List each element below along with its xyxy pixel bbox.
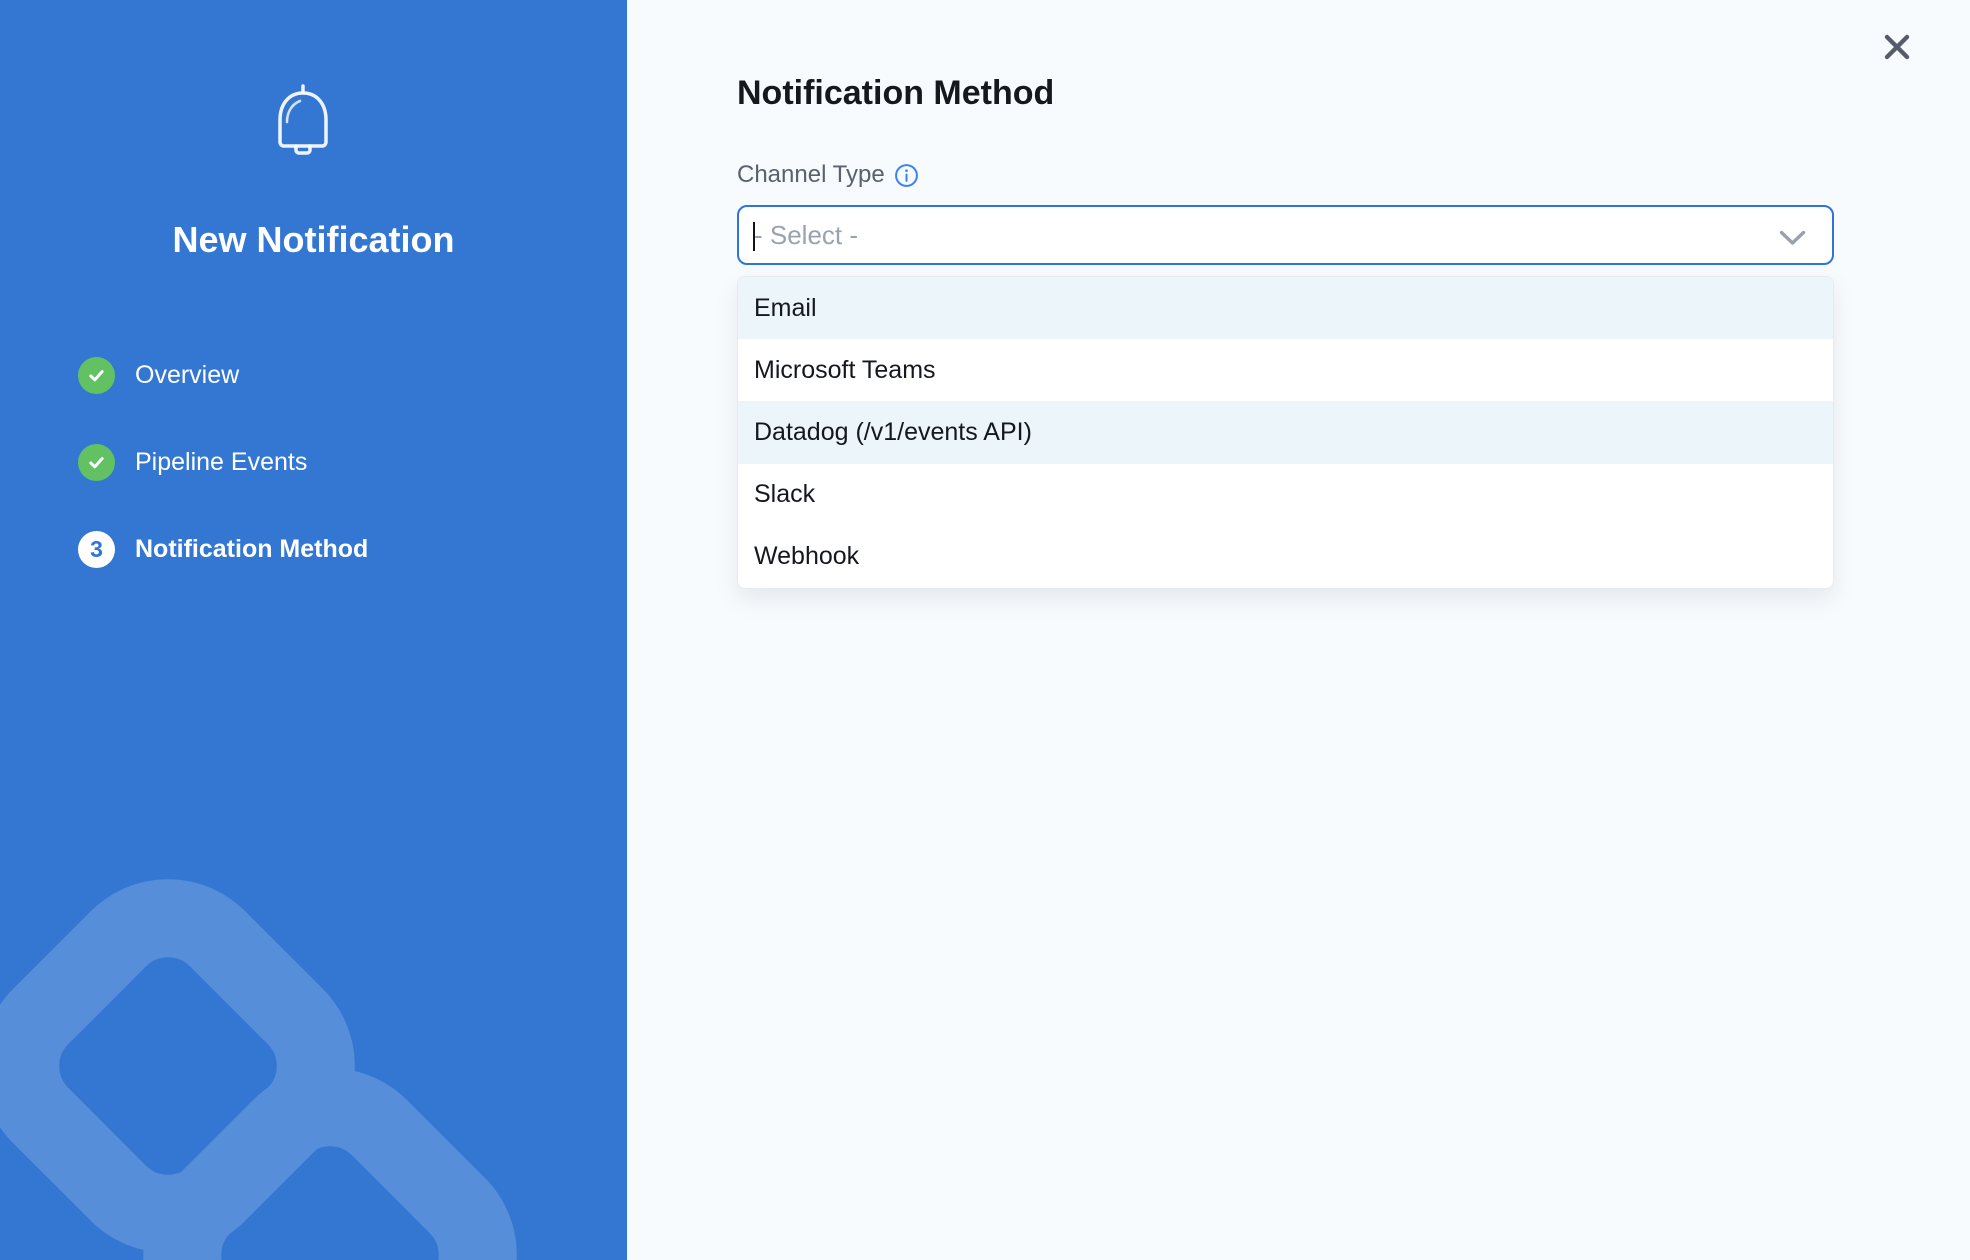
option-microsoft-teams[interactable]: Microsoft Teams	[738, 339, 1833, 401]
option-datadog[interactable]: Datadog (/v1/events API)	[738, 401, 1833, 463]
check-icon	[78, 357, 115, 394]
close-icon[interactable]	[1880, 30, 1914, 64]
sidebar-item-notification-method[interactable]: 3 Notification Method	[78, 531, 368, 568]
sidebar-item-overview[interactable]: Overview	[78, 357, 368, 394]
new-notification-modal: New Notification Overview Pipeline Event…	[0, 0, 1970, 1260]
step-label: Notification Method	[135, 535, 368, 564]
channel-type-dropdown: Email Microsoft Teams Datadog (/v1/event…	[737, 276, 1834, 589]
step-label: Overview	[135, 361, 239, 390]
select-placeholder: - Select -	[754, 207, 858, 264]
bell-icon	[272, 84, 334, 165]
channel-type-select[interactable]: - Select -	[737, 205, 1834, 265]
step-list: Overview Pipeline Events 3 Notification …	[78, 357, 368, 618]
option-slack[interactable]: Slack	[738, 464, 1833, 526]
chevron-down-icon	[1779, 230, 1806, 251]
channel-type-label: Channel Type	[737, 161, 885, 189]
option-webhook[interactable]: Webhook	[738, 526, 1833, 588]
info-icon[interactable]	[894, 163, 919, 188]
brand-watermark-icon	[0, 700, 627, 1260]
option-email[interactable]: Email	[738, 277, 1833, 339]
channel-type-field-label: Channel Type	[737, 161, 919, 189]
step-number-badge: 3	[78, 531, 115, 568]
notification-method-panel: Notification Method Channel Type - Selec…	[627, 0, 1970, 1260]
step-label: Pipeline Events	[135, 448, 307, 477]
wizard-sidebar: New Notification Overview Pipeline Event…	[0, 0, 627, 1260]
check-icon	[78, 444, 115, 481]
page-title: Notification Method	[737, 74, 1054, 113]
sidebar-item-pipeline-events[interactable]: Pipeline Events	[78, 444, 368, 481]
wizard-title: New Notification	[0, 219, 627, 261]
